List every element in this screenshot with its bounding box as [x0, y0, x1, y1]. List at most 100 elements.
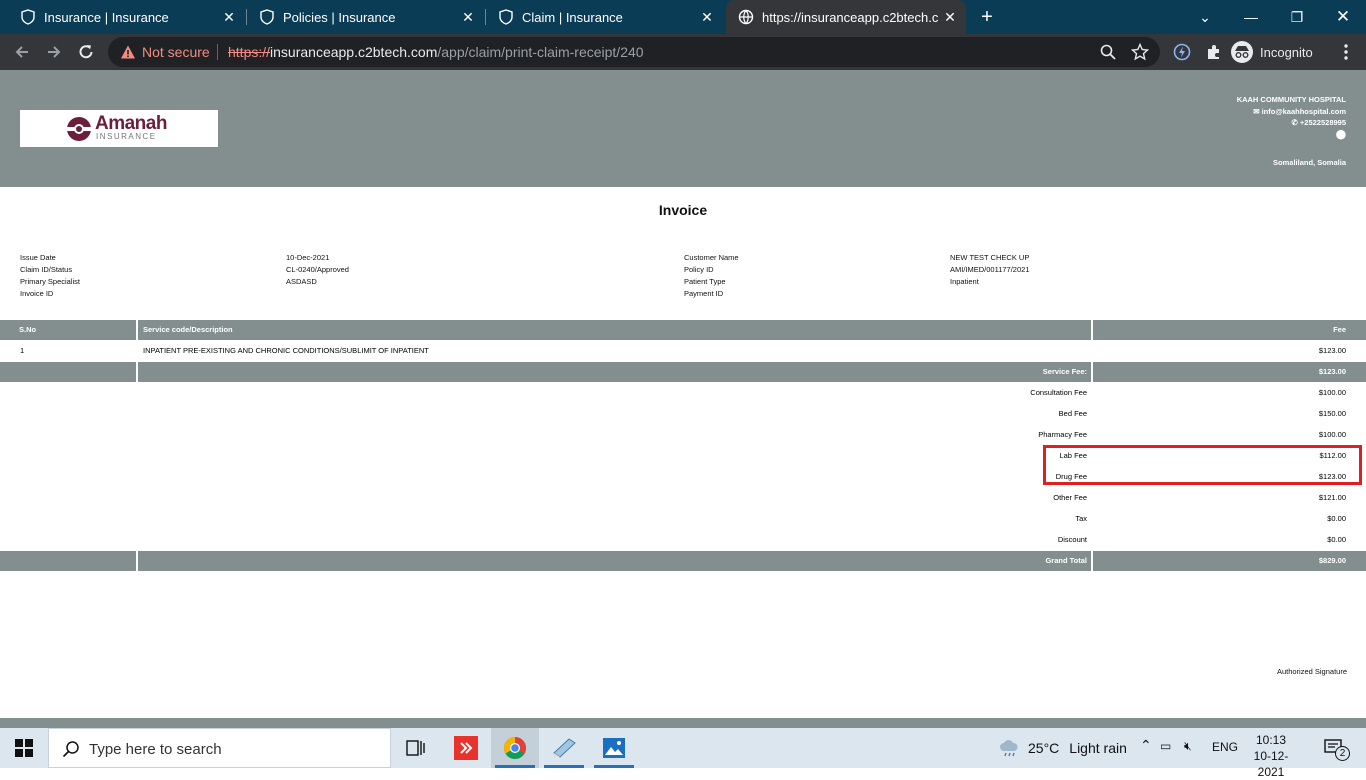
- photos-icon: [603, 738, 625, 758]
- grand-total-value: $829.00: [1318, 556, 1346, 565]
- tab-label: Policies | Insurance: [283, 9, 396, 25]
- meta-label: Payment ID: [684, 289, 724, 298]
- taskbar-search[interactable]: Type here to search: [48, 728, 391, 768]
- logo-mark-icon: [67, 117, 91, 141]
- divider: [136, 320, 138, 340]
- incognito-icon: [1231, 41, 1253, 63]
- tab-policies[interactable]: Policies | Insurance ✕: [239, 0, 484, 34]
- hospital-info: KAAH COMMUNITY HOSPITAL ✉ info@kaahhospi…: [1237, 94, 1346, 169]
- close-icon[interactable]: ✕: [460, 9, 476, 25]
- restore-button[interactable]: ❐: [1274, 0, 1320, 34]
- meta-value: ASDASD: [286, 277, 317, 286]
- hospital-phone-line: ✆ +2522528995: [1237, 117, 1346, 129]
- meta-label: Patient Type: [684, 277, 726, 286]
- meta-right-values: NEW TEST CHECK UP AMI/IMED/001177/2021 I…: [950, 252, 1030, 288]
- phone-icon: ✆: [1291, 118, 1300, 127]
- forward-button[interactable]: [40, 38, 68, 66]
- weather-widget[interactable]: 25°C Light rain: [998, 739, 1127, 757]
- close-icon[interactable]: ✕: [942, 9, 958, 25]
- invoice-header: Amanah INSURANCE KAAH COMMUNITY HOSPITAL…: [0, 70, 1366, 187]
- column-header-description: Service code/Description: [143, 325, 233, 334]
- meta-label: Invoice ID: [20, 289, 54, 298]
- new-tab-button[interactable]: +: [976, 6, 998, 28]
- invoice-title: Invoice: [658, 202, 708, 218]
- taskbar-app-anydesk[interactable]: [442, 728, 490, 768]
- invoice-page: Amanah INSURANCE KAAH COMMUNITY HOSPITAL…: [0, 70, 1366, 728]
- hospital-email: info@kaahhospital.com: [1261, 106, 1346, 116]
- notification-center-button[interactable]: 2: [1318, 736, 1358, 762]
- warning-icon: [121, 45, 135, 59]
- grand-total-label: Grand Total: [1045, 556, 1087, 565]
- reload-button[interactable]: [72, 38, 100, 66]
- tab-claim[interactable]: Claim | Insurance ✕: [478, 0, 723, 34]
- fee-row-other: Other Fee $121.00: [0, 488, 1366, 508]
- hospital-location: Somaliland, Somalia: [1273, 158, 1346, 167]
- fee-label: Bed Fee: [1058, 409, 1087, 418]
- tab-insurance[interactable]: Insurance | Insurance ✕: [0, 0, 245, 34]
- reload-icon: [79, 45, 93, 59]
- meta-right-labels: Customer Name Policy ID Patient Type Pay…: [684, 252, 739, 300]
- service-fee-row: Service Fee: $123.00: [0, 362, 1366, 382]
- browser-tab-bar: Insurance | Insurance ✕ Policies | Insur…: [0, 0, 1366, 34]
- meta-label: Issue Date: [20, 253, 56, 262]
- meta-left-labels: Issue Date Claim ID/Status Primary Speci…: [20, 252, 80, 300]
- back-button[interactable]: [8, 38, 36, 66]
- star-icon[interactable]: [1130, 42, 1150, 62]
- battery-icon[interactable]: ▭: [1160, 739, 1171, 753]
- task-view-icon: [406, 740, 425, 756]
- window-close-button[interactable]: ✕: [1320, 0, 1366, 34]
- zoom-icon[interactable]: [1098, 42, 1118, 62]
- column-header-sno: S.No: [19, 325, 37, 334]
- table-header-row: S.No Service code/Description Fee: [0, 320, 1366, 340]
- shield-icon: [21, 9, 35, 25]
- grand-total-row: Grand Total $829.00: [0, 551, 1366, 571]
- logo-subtext: INSURANCE: [96, 132, 157, 141]
- chrome-icon: [504, 737, 526, 759]
- close-icon[interactable]: ✕: [699, 9, 715, 25]
- taskbar-app-notes[interactable]: [540, 728, 588, 768]
- hospital-phone: +2522528995: [1299, 118, 1346, 127]
- fee-label: Other Fee: [1053, 493, 1087, 502]
- fee-value: $100.00: [1318, 388, 1346, 397]
- search-placeholder: Type here to search: [89, 741, 222, 758]
- clock-date: 10-12-2021: [1253, 749, 1289, 779]
- fee-value: $0.00: [1327, 514, 1346, 523]
- fee-row-tax: Tax $0.00: [0, 509, 1366, 529]
- row-fee: $123.00: [1318, 346, 1346, 355]
- minimize-button[interactable]: —: [1228, 0, 1274, 34]
- taskbar-app-photos[interactable]: [590, 728, 638, 768]
- meta-value: Inpatient: [950, 277, 979, 286]
- incognito-indicator[interactable]: Incognito: [1230, 38, 1313, 66]
- start-button[interactable]: [0, 728, 48, 768]
- extension-icon[interactable]: [1172, 42, 1192, 62]
- language-indicator[interactable]: ENG: [1212, 740, 1238, 754]
- footer-band: [0, 718, 1366, 728]
- fee-row-bed: Bed Fee $150.00: [0, 404, 1366, 424]
- meta-label: Claim ID/Status: [20, 265, 73, 274]
- meta-left-values: 10-Dec-2021 CL-0240/Approved ASDASD: [286, 252, 349, 288]
- chevron-down-icon[interactable]: ⌄: [1182, 0, 1228, 34]
- divider: [136, 362, 138, 382]
- tab-label: https://insuranceapp.c2btech.com: [762, 9, 938, 25]
- chevron-up-icon[interactable]: ⌃: [1140, 737, 1152, 754]
- volume-muted-icon[interactable]: 🔇︎: [1184, 739, 1192, 754]
- tab-print-claim[interactable]: https://insuranceapp.c2btech.com ✕: [726, 0, 966, 34]
- task-view-button[interactable]: [392, 728, 440, 768]
- meta-value: CL-0240/Approved: [286, 265, 349, 274]
- cloud-rain-icon: [1000, 740, 1018, 757]
- fee-label: Pharmacy Fee: [1038, 430, 1087, 439]
- map-pin-icon: ⬤: [1335, 128, 1346, 139]
- company-logo: Amanah INSURANCE: [20, 110, 218, 147]
- more-menu-icon[interactable]: [1336, 42, 1356, 62]
- url-text[interactable]: https://insuranceapp.c2btech.com/app/cla…: [228, 44, 644, 60]
- close-icon[interactable]: ✕: [221, 9, 237, 25]
- clock[interactable]: 10:13 10-12-2021: [1246, 732, 1296, 780]
- security-status[interactable]: Not secure: [142, 44, 210, 60]
- puzzle-icon[interactable]: [1204, 42, 1224, 62]
- address-bar[interactable]: Not secure https://insuranceapp.c2btech.…: [108, 37, 1160, 67]
- divider: [1091, 362, 1093, 382]
- fee-row-discount: Discount $0.00: [0, 530, 1366, 550]
- taskbar-app-chrome[interactable]: [491, 728, 539, 768]
- fee-row-consultation: Consultation Fee $100.00: [0, 383, 1366, 403]
- divider: [136, 551, 138, 571]
